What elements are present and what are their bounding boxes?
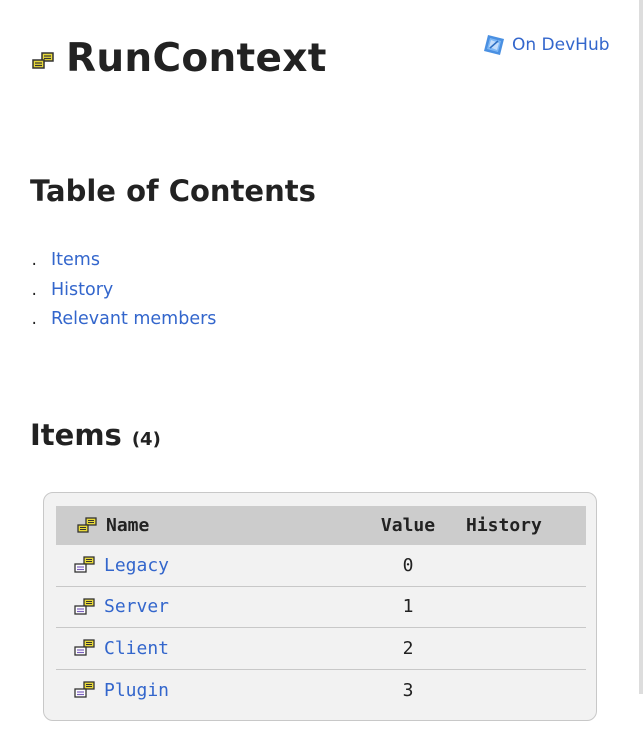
toc-bullet: . [30,312,39,328]
row-name-cell: Server [56,596,350,617]
enum-item-icon [74,556,95,573]
items-title: Items [30,418,122,452]
toc-list: . Items . History . Relevant members [30,250,216,339]
row-name-cell: Client [56,638,350,659]
toc-link-relevant-members[interactable]: Relevant members [51,309,216,329]
toc-bullet: . [30,253,39,269]
items-count: (4) [131,429,161,450]
item-link-legacy[interactable]: Legacy [104,555,169,576]
toc-heading: Table of Contents [30,174,316,208]
item-link-server[interactable]: Server [104,596,169,617]
page: RunContext On DevHub Table of Contents .… [0,0,643,750]
item-link-plugin[interactable]: Plugin [104,680,169,701]
column-name-header: Name [56,515,350,536]
table-row: Client 2 [56,628,586,670]
row-value-cell: 1 [402,596,414,618]
devhub-logo-icon [484,35,504,55]
toc-link-history[interactable]: History [51,280,113,300]
row-value-cell: 0 [402,554,414,576]
enum-icon [32,51,54,69]
table-row: Server 1 [56,587,586,628]
toc-item: . Relevant members [30,309,216,339]
table-row: Legacy 0 [56,545,586,587]
row-value-cell: 3 [402,679,414,701]
table-row: Plugin 3 [56,670,586,712]
devhub-link[interactable]: On DevHub [482,33,610,57]
toc-item: . Items [30,250,216,280]
items-table-container: Name Value History Legacy 0 Server 1 Cli… [43,492,597,721]
items-heading: Items (4) [30,418,161,452]
toc-link-items[interactable]: Items [51,250,100,270]
row-name-cell: Plugin [56,680,350,701]
column-history-header: History [466,515,542,536]
column-name-label: Name [106,515,150,536]
enum-item-icon [74,598,95,615]
table-header: Name Value History [56,506,586,545]
enum-item-icon [74,639,95,656]
items-table: Name Value History Legacy 0 Server 1 Cli… [56,506,586,711]
devhub-label: On DevHub [512,35,610,55]
enum-item-icon [74,681,95,698]
row-name-cell: Legacy [56,555,350,576]
row-value-cell: 2 [402,637,414,659]
scrollbar[interactable] [639,0,643,694]
page-header: RunContext [30,36,327,81]
column-value-header: Value [380,515,436,536]
toc-bullet: . [30,282,39,299]
page-title: RunContext [66,36,327,81]
item-link-client[interactable]: Client [104,638,169,659]
toc-item: . History [30,280,216,310]
enum-icon [77,516,97,533]
